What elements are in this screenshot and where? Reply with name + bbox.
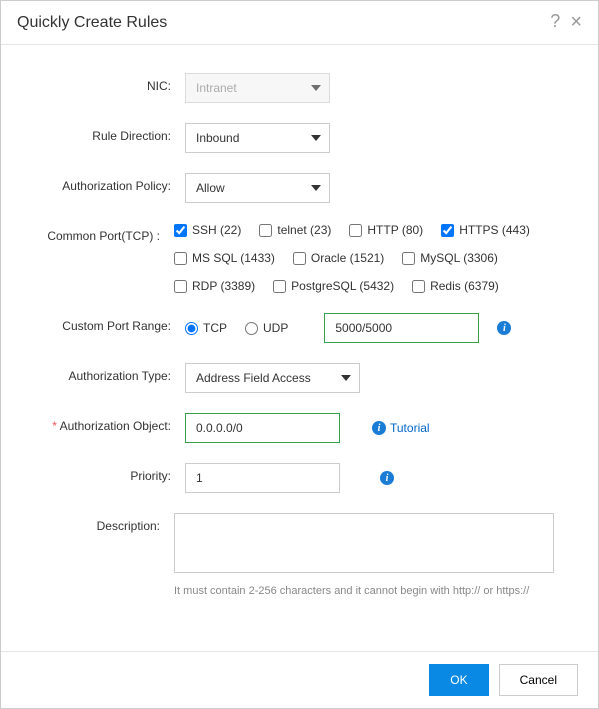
label-priority: Priority: <box>25 463 185 483</box>
radio-tcp-input[interactable] <box>185 322 198 335</box>
radio-udp-input[interactable] <box>245 322 258 335</box>
help-icon[interactable]: ? <box>550 11 560 34</box>
port-checkbox-input[interactable] <box>349 224 362 237</box>
port-checkbox-label: PostgreSQL (5432) <box>291 279 394 293</box>
label-auth-policy: Authorization Policy: <box>25 173 185 193</box>
radio-udp[interactable]: UDP <box>245 321 288 335</box>
info-icon[interactable]: i <box>497 321 511 335</box>
port-checkbox-label: MS SQL (1433) <box>192 251 275 265</box>
port-checkbox-input[interactable] <box>441 224 454 237</box>
label-common-port: Common Port(TCP) : <box>25 223 174 243</box>
port-checkbox-label: SSH (22) <box>192 223 241 237</box>
port-checkbox-label: RDP (3389) <box>192 279 255 293</box>
port-checkbox[interactable]: telnet (23) <box>259 223 331 237</box>
port-checkbox-input[interactable] <box>402 252 415 265</box>
radio-udp-label: UDP <box>263 321 288 335</box>
cancel-button[interactable]: Cancel <box>499 664 578 696</box>
dialog: Quickly Create Rules ? × NIC: Intranet R… <box>0 0 599 709</box>
ok-button[interactable]: OK <box>429 664 488 696</box>
port-checkbox[interactable]: RDP (3389) <box>174 279 255 293</box>
port-checkbox-label: HTTP (80) <box>367 223 423 237</box>
port-checkbox[interactable]: Redis (6379) <box>412 279 499 293</box>
dialog-footer: OK Cancel <box>1 651 598 708</box>
row-common-port: Common Port(TCP) : SSH (22) telnet (23) HT… <box>25 223 574 293</box>
auth-type-select[interactable]: Address Field Access <box>185 363 360 393</box>
row-auth-object: * Authorization Object: i Tutorial <box>25 413 574 443</box>
row-description: Description: It must contain 2-256 chara… <box>25 513 574 597</box>
row-auth-policy: Authorization Policy: Allow <box>25 173 574 203</box>
port-checkbox[interactable]: HTTP (80) <box>349 223 423 237</box>
dialog-title: Quickly Create Rules <box>17 14 167 32</box>
port-checkbox-label: Redis (6379) <box>430 279 499 293</box>
port-checkbox-label: MySQL (3306) <box>420 251 498 265</box>
auth-policy-select[interactable]: Allow <box>185 173 330 203</box>
label-auth-object-text: Authorization Object: <box>60 419 171 433</box>
port-checkbox-label: HTTPS (443) <box>459 223 530 237</box>
label-auth-object: * Authorization Object: <box>25 413 185 433</box>
row-rule-direction: Rule Direction: Inbound <box>25 123 574 153</box>
ports-grid: SSH (22) telnet (23) HTTP (80) HTTPS (443) M… <box>174 223 574 293</box>
radio-tcp[interactable]: TCP <box>185 321 227 335</box>
tutorial-link[interactable]: i Tutorial <box>360 421 430 435</box>
port-checkbox[interactable]: MySQL (3306) <box>402 251 498 265</box>
port-checkbox-input[interactable] <box>174 252 187 265</box>
description-hint: It must contain 2-256 characters and it … <box>174 585 574 597</box>
label-rule-direction: Rule Direction: <box>25 123 185 143</box>
row-nic: NIC: Intranet <box>25 73 574 103</box>
port-checkbox-input[interactable] <box>273 280 286 293</box>
port-checkbox[interactable]: SSH (22) <box>174 223 241 237</box>
nic-select: Intranet <box>185 73 330 103</box>
port-checkbox-input[interactable] <box>174 280 187 293</box>
priority-input[interactable] <box>185 463 340 493</box>
row-auth-type: Authorization Type: Address Field Access <box>25 363 574 393</box>
tutorial-text: Tutorial <box>390 421 430 435</box>
label-description: Description: <box>25 513 174 533</box>
port-checkbox-label: telnet (23) <box>277 223 331 237</box>
label-auth-type: Authorization Type: <box>25 363 185 383</box>
port-checkbox-input[interactable] <box>174 224 187 237</box>
dialog-header: Quickly Create Rules ? × <box>1 1 598 45</box>
header-actions: ? × <box>550 11 582 34</box>
port-checkbox-input[interactable] <box>293 252 306 265</box>
required-mark: * <box>52 419 57 433</box>
close-icon[interactable]: × <box>570 11 582 34</box>
description-textarea[interactable] <box>174 513 554 573</box>
radio-tcp-label: TCP <box>203 321 227 335</box>
auth-object-input[interactable] <box>185 413 340 443</box>
port-checkbox[interactable]: PostgreSQL (5432) <box>273 279 394 293</box>
custom-port-input[interactable] <box>324 313 479 343</box>
row-priority: Priority: i <box>25 463 574 493</box>
port-checkbox[interactable]: Oracle (1521) <box>293 251 384 265</box>
label-custom-port: Custom Port Range: <box>25 313 185 333</box>
port-checkbox[interactable]: MS SQL (1433) <box>174 251 275 265</box>
port-checkbox-input[interactable] <box>259 224 272 237</box>
port-checkbox-label: Oracle (1521) <box>311 251 384 265</box>
label-nic: NIC: <box>25 73 185 93</box>
port-checkbox[interactable]: HTTPS (443) <box>441 223 530 237</box>
row-custom-port: Custom Port Range: TCP UDP i <box>25 313 574 343</box>
port-checkbox-input[interactable] <box>412 280 425 293</box>
rule-direction-select[interactable]: Inbound <box>185 123 330 153</box>
protocol-radio-group: TCP UDP <box>185 321 318 335</box>
info-icon[interactable]: i <box>380 471 394 485</box>
dialog-body: NIC: Intranet Rule Direction: Inbound Au… <box>1 45 598 651</box>
info-icon: i <box>372 421 386 435</box>
